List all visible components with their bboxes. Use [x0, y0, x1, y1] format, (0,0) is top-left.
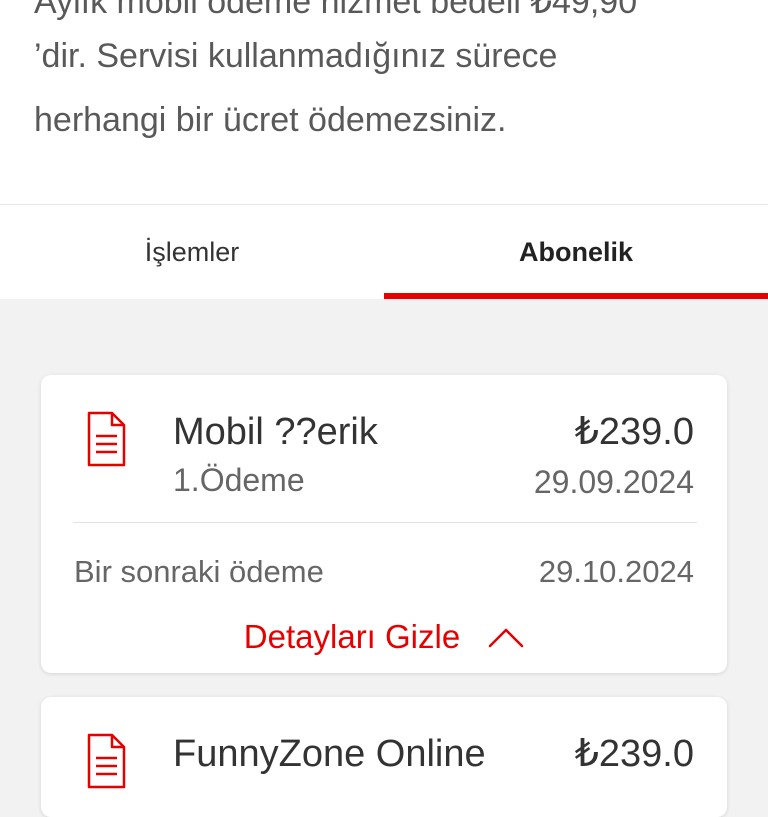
next-payment-label: Bir sonraki ödeme: [74, 554, 324, 589]
card-divider: [73, 522, 697, 523]
hide-details-label: Detayları Gizle: [243, 618, 461, 655]
document-icon: [87, 733, 126, 789]
chevron-up-icon: [488, 628, 524, 648]
tab-islemler[interactable]: İşlemler: [0, 205, 384, 299]
subscription-card: Mobil ??erik 1.Ödeme ₺239.0 29.09.2024 B…: [41, 375, 727, 673]
intro-text-block: Aylık mobil ödeme hizmet bedeli ₺49,90 ’…: [0, 0, 768, 204]
subscription-date: 29.09.2024: [533, 464, 694, 500]
tab-bar: İşlemler Abonelik: [0, 204, 768, 299]
document-icon: [87, 411, 126, 467]
intro-line-2: ’dir. Servisi kullanmadığınız sürece: [34, 37, 558, 75]
subscription-subtitle: 1.Ödeme: [173, 462, 305, 498]
subscription-card: FunnyZone Online ₺239.0: [41, 697, 727, 817]
hide-details-button[interactable]: Detayları Gizle: [41, 615, 727, 659]
subscription-title: FunnyZone Online: [173, 733, 486, 775]
subscription-amount: ₺239.0: [574, 733, 694, 775]
intro-line-3: herhangi bir ücret ödemezsiniz.: [34, 101, 507, 139]
active-tab-indicator: [384, 293, 768, 299]
subscription-title: Mobil ??erik: [173, 411, 378, 453]
tab-abonelik[interactable]: Abonelik: [384, 205, 768, 299]
intro-line-1: Aylık mobil ödeme hizmet bedeli ₺49,90: [34, 0, 638, 21]
subscription-amount: ₺239.0: [574, 411, 694, 453]
next-payment-date: 29.10.2024: [538, 554, 694, 589]
